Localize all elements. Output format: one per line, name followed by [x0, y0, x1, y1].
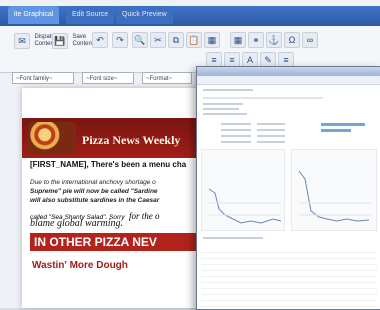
save-icon: 💾: [52, 32, 68, 49]
tab-quick-preview[interactable]: Quick Preview: [116, 6, 173, 24]
save-label-1: Save: [72, 33, 87, 40]
report-chart-right: [291, 149, 377, 231]
undo-icon[interactable]: ↶: [92, 32, 108, 48]
report-stat-bar-1: [321, 123, 365, 126]
report-stat-label-2: [221, 129, 251, 131]
paste-icon[interactable]: 📋: [186, 32, 202, 48]
save-content-button[interactable]: 💾 Save Content: [52, 32, 93, 50]
pizza-image: [28, 122, 76, 154]
find-icon[interactable]: 🔍: [132, 32, 148, 48]
report-summary-line-2: [203, 108, 239, 110]
copy-icon[interactable]: ⧉: [168, 32, 184, 48]
cut-icon[interactable]: ✂: [150, 32, 166, 48]
section-title: IN OTHER PIZZA NEV: [34, 235, 157, 249]
font-family-select[interactable]: ~Font family~: [12, 72, 74, 84]
report-window[interactable]: [196, 66, 380, 310]
report-stat-value-4: [257, 141, 285, 143]
link-icon[interactable]: ⚭: [248, 32, 264, 48]
report-stat-label-1: [221, 123, 251, 125]
report-stat-value-2: [257, 129, 285, 131]
report-stat-bar-2: [321, 129, 351, 132]
report-chart-left: [201, 149, 285, 231]
report-summary-line-3: [203, 113, 247, 115]
redo-icon[interactable]: ↷: [112, 32, 128, 48]
greeting-text: [FIRST_NAME], There's been a menu cha: [30, 160, 187, 169]
article-subheading: Wastin' More Dough: [32, 260, 128, 271]
table-icon[interactable]: ▦: [230, 32, 246, 48]
body-tail: for the o: [129, 211, 160, 221]
omega-icon[interactable]: Ω: [284, 32, 300, 48]
report-summary-line-1: [203, 103, 243, 105]
save-label-2: Content: [72, 40, 94, 47]
image-icon[interactable]: ▦: [204, 32, 220, 48]
report-table-heading: [203, 237, 263, 239]
report-stat-value-1: [257, 123, 285, 125]
report-separator: [203, 97, 323, 99]
tab-graphical[interactable]: ite Graphical: [8, 6, 60, 24]
report-toolbar: [197, 76, 380, 85]
font-size-select[interactable]: ~Font size~: [82, 72, 134, 84]
report-heading-placeholder: [203, 89, 253, 91]
report-table: [201, 247, 377, 307]
body-line-5: blame global warming.: [30, 218, 124, 229]
dispatch-icon: ✉: [14, 32, 30, 49]
format-select[interactable]: ~Format~: [142, 72, 192, 84]
report-stat-label-4: [221, 141, 251, 143]
anchor-icon[interactable]: ⚓: [266, 32, 282, 48]
tab-edit-source[interactable]: Edit Source: [66, 6, 115, 24]
report-titlebar[interactable]: [197, 67, 380, 76]
table-row[interactable]: [201, 301, 377, 307]
report-stat-label-3: [221, 135, 251, 137]
newsletter-title: Pizza News Weekly: [82, 133, 181, 147]
report-stat-value-3: [257, 135, 285, 137]
special-char-icon[interactable]: ∞: [302, 32, 318, 48]
